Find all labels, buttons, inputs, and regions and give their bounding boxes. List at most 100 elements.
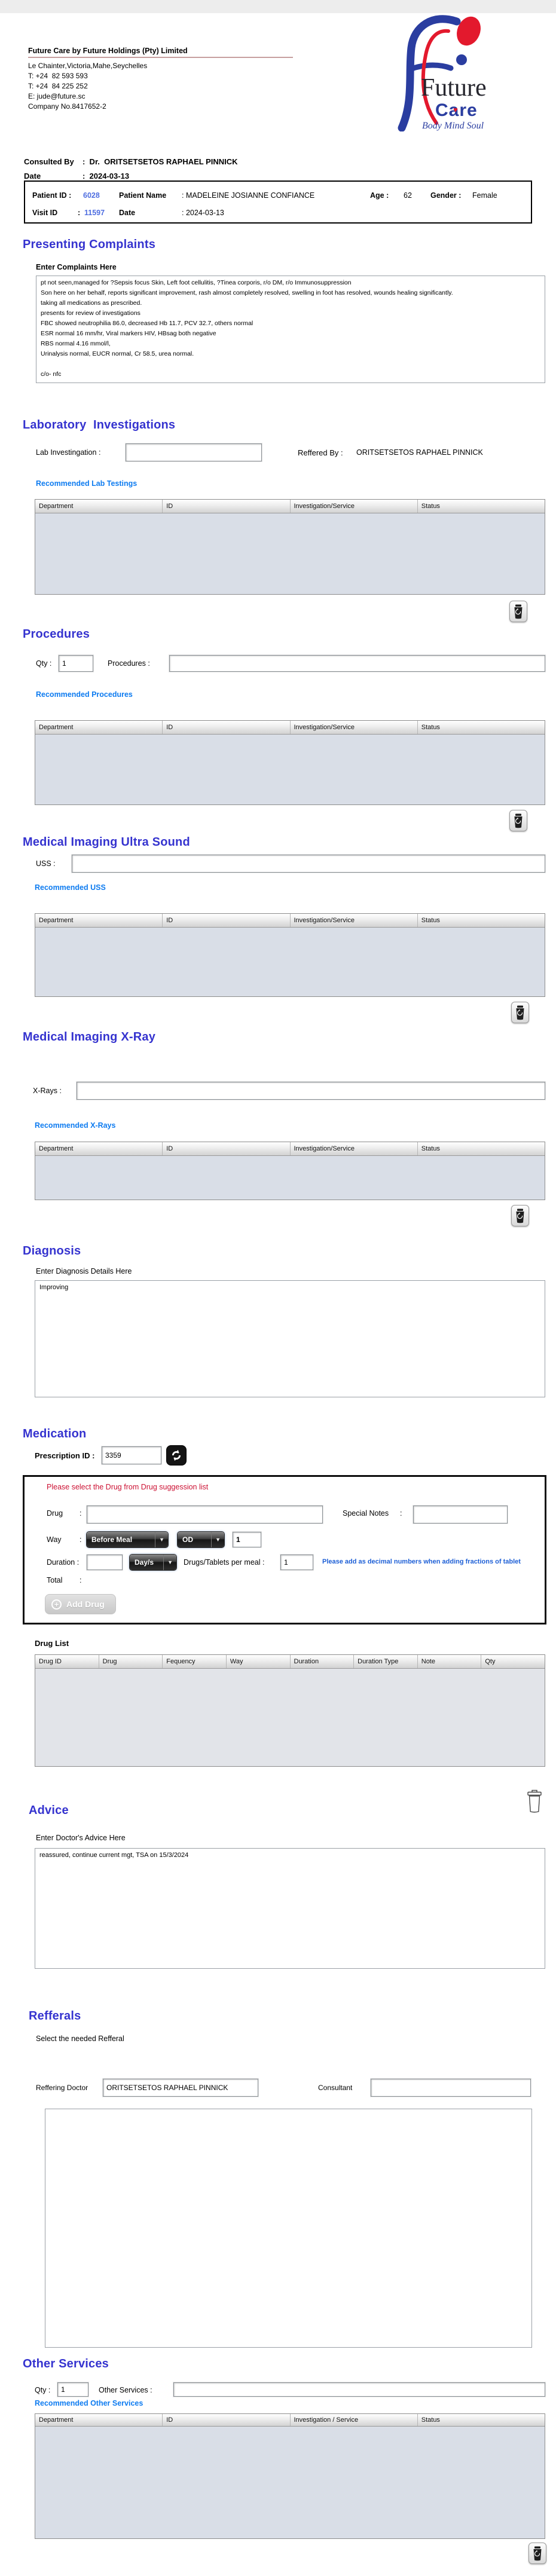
column-header: Department [35, 500, 163, 513]
duration-input[interactable] [87, 1555, 123, 1570]
procedures-qty-input[interactable] [59, 655, 93, 672]
clear-other-services-button[interactable] [528, 2543, 546, 2564]
section-title-procedures: Procedures [23, 628, 90, 641]
column-header: ID [163, 500, 290, 513]
section-title-medication: Medication [23, 1427, 86, 1441]
special-notes-input[interactable] [413, 1506, 508, 1523]
section-title-laboratory: Laboratory Investigations [23, 418, 175, 432]
uss-input[interactable] [72, 855, 545, 873]
uss-table-header: DepartmentIDInvestigation/ServiceStatus [35, 914, 545, 928]
column-header: Investigation/Service [291, 721, 418, 734]
chevron-down-icon: ▼ [155, 1532, 168, 1547]
recommended-other-services-link[interactable]: Recommended Other Services [35, 2399, 143, 2407]
recommended-xrays-link[interactable]: Recommended X-Rays [35, 1121, 115, 1130]
duration-label: Duration : [47, 1558, 79, 1567]
top-strip [0, 0, 556, 13]
frequency-qty-input[interactable] [233, 1532, 261, 1547]
chevron-down-icon: ▼ [211, 1532, 224, 1547]
trash-icon [532, 2546, 543, 2561]
refresh-icon [169, 1448, 184, 1463]
prescription-id-input[interactable] [102, 1446, 161, 1464]
company-phone-1: T: +24 82 593 593 [28, 72, 88, 80]
special-notes-colon: : [400, 1509, 402, 1518]
meal-select[interactable]: Before Meal ▼ [87, 1532, 168, 1547]
section-title-ultrasound: Medical Imaging Ultra Sound [23, 836, 190, 849]
add-drug-button[interactable]: + Add Drug [45, 1594, 116, 1614]
clear-procedures-table-button[interactable] [509, 810, 527, 831]
drug-input[interactable] [87, 1506, 323, 1523]
advice-textarea[interactable]: reassured, continue current mgt, TSA on … [35, 1848, 545, 1969]
visit-id-label: Visit ID [32, 209, 57, 217]
lab-investigation-input[interactable] [126, 443, 262, 461]
per-meal-input[interactable] [280, 1555, 313, 1570]
drug-suggestion-warning: Please select the Drug from Drug suggess… [47, 1483, 208, 1491]
frequency-select[interactable]: OD ▼ [178, 1532, 224, 1547]
procedures-input[interactable] [169, 655, 545, 672]
column-header: Status [418, 914, 545, 927]
lab-reffered-by-value: ORITSETSETOS RAPHAEL PINNICK [356, 448, 483, 457]
drug-colon: : [80, 1509, 81, 1518]
clear-lab-table-button[interactable] [509, 601, 527, 622]
consulted-by-label: Consulted By [24, 157, 74, 166]
column-header: Status [418, 2414, 545, 2426]
duration-unit-select[interactable]: Day/s ▼ [130, 1555, 176, 1570]
clear-advice-button[interactable] [526, 1789, 543, 1815]
prescription-id-label: Prescription ID : [35, 1451, 94, 1460]
refresh-prescription-button[interactable] [166, 1445, 187, 1466]
refferal-subtitle: Select the needed Refferal [36, 2035, 124, 2043]
column-header: ID [163, 1142, 290, 1155]
clear-xray-table-button[interactable] [511, 1205, 529, 1226]
refferal-list-box[interactable] [45, 2109, 532, 2348]
column-header: Drug ID [35, 1655, 99, 1668]
complaints-textarea[interactable]: pt not seen,managed for ?Sepsis focus Sk… [36, 276, 545, 383]
svg-text:Body Mind Soul: Body Mind Soul [422, 121, 484, 131]
drug-list-label: Drug List [35, 1639, 69, 1648]
column-header: Duration [291, 1655, 355, 1668]
way-label: Way [47, 1535, 62, 1544]
column-header: Department [35, 721, 163, 734]
section-title-presenting-complaints: Presenting Complaints [23, 238, 155, 252]
trash-outline-icon [526, 1789, 543, 1813]
way-colon: : [80, 1535, 81, 1544]
other-services-qty-label: Qty : [35, 2386, 50, 2394]
drug-list-table-header: Drug IDDrugFequencyWayDurationDuration T… [35, 1655, 545, 1669]
reffering-doctor-input[interactable] [103, 2079, 258, 2097]
other-services-table: DepartmentIDInvestigation / ServiceStatu… [35, 2413, 545, 2539]
xray-input[interactable] [77, 1082, 545, 1100]
consultant-input[interactable] [371, 2079, 531, 2097]
reffering-doctor-label: Reffering Doctor [36, 2084, 88, 2092]
column-header: Fequency [163, 1655, 227, 1668]
patient-name-label: Patient Name [119, 191, 166, 200]
column-header: ID [163, 2414, 290, 2426]
section-title-other-services: Other Services [23, 2357, 109, 2371]
section-title-refferals: Refferals [29, 2009, 81, 2023]
drug-entry-box: Please select the Drug from Drug suggess… [23, 1475, 546, 1624]
xray-table-header: DepartmentIDInvestigation/ServiceStatus [35, 1142, 545, 1156]
lab-table: DepartmentIDInvestigation/ServiceStatus [35, 499, 545, 595]
chevron-down-icon: ▼ [163, 1555, 176, 1570]
other-services-qty-input[interactable] [57, 2382, 88, 2397]
diagnosis-textarea[interactable]: Improving [35, 1280, 545, 1397]
consult-date-label: Date [24, 172, 41, 180]
recommended-lab-testings-link[interactable]: Recommended Lab Testings [36, 479, 137, 488]
column-header: Investigation/Service [291, 500, 418, 513]
clear-uss-table-button[interactable] [511, 1002, 529, 1023]
patient-age-label: Age : [370, 191, 389, 200]
patient-id-label: Patient ID : [32, 191, 71, 200]
other-services-input[interactable] [173, 2382, 545, 2397]
svg-text:Future: Future [421, 74, 487, 102]
patient-info-box: Patient ID : 6028 Patient Name : MADELEI… [24, 180, 532, 224]
consult-date-value: : 2024-03-13 [83, 172, 129, 180]
total-colon: : [80, 1576, 81, 1584]
plus-circle-icon: + [51, 1599, 62, 1610]
procedures-table-header: DepartmentIDInvestigation/ServiceStatus [35, 721, 545, 735]
patient-name-value: : MADELEINE JOSIANNE CONFIANCE [182, 191, 314, 200]
visit-date-value: : 2024-03-13 [182, 209, 224, 217]
column-header: Department [35, 914, 163, 927]
column-header: Status [418, 721, 545, 734]
recommended-procedures-link[interactable]: Recommended Procedures [36, 690, 133, 699]
column-header: Department [35, 1142, 163, 1155]
procedures-table: DepartmentIDInvestigation/ServiceStatus [35, 720, 545, 805]
recommended-uss-link[interactable]: Recommended USS [35, 883, 106, 892]
procedures-qty-label: Qty : [36, 659, 51, 668]
